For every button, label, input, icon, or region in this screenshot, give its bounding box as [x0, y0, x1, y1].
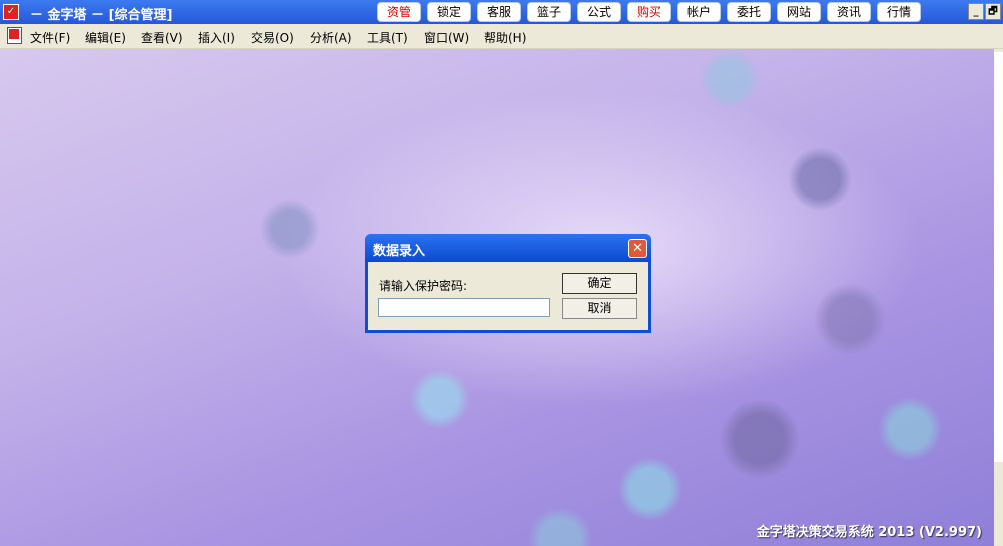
toolbar-button[interactable]: 锁定 [427, 2, 471, 22]
menu-item[interactable]: 交易(O) [251, 29, 294, 46]
password-label: 请输入保护密码: [379, 279, 468, 293]
title-bar: ✓ － 金字塔 － [综合管理] 资管 锁定 客服 篮子 公式 购买 帐户 委托 网站 资讯 行情 … [0, 0, 1003, 24]
toolbar-button[interactable]: 资管 [377, 2, 421, 22]
minimize-button[interactable]: _ [968, 3, 984, 20]
toolbar-button[interactable]: 网站 [777, 2, 821, 22]
menu-item[interactable]: 插入(I) [198, 29, 235, 46]
toolbar-button[interactable]: 客服 [477, 2, 521, 22]
menu-bar: 文件(F) 编辑(E) 查看(V) 插入(I) 交易(O) 分析(A) 工具(T) 窗口(W)… [0, 24, 1003, 67]
close-icon[interactable]: ✕ [628, 239, 647, 258]
data-entry-dialog: 数据录入 ✕ 请输入保护密码: 确定 取消 [365, 234, 651, 333]
menu-item[interactable]: 文件(F) [30, 29, 70, 46]
toolbar-button[interactable]: 行情 [877, 2, 921, 22]
cancel-button[interactable]: 取消 [562, 298, 637, 319]
side-panel-list[interactable] [994, 52, 1003, 462]
toolbar-button[interactable]: 篮子 [527, 2, 571, 22]
toolbar-button[interactable]: 购买 [627, 2, 671, 22]
window-title: － 金字塔 － [综合管理] [30, 8, 173, 23]
menu-item[interactable]: 帮助(H) [484, 29, 526, 46]
ok-button[interactable]: 确定 [562, 273, 637, 294]
menu-item[interactable]: 工具(T) [367, 29, 408, 46]
dialog-title-bar[interactable]: 数据录入 ✕ [365, 234, 651, 262]
toolbar-button[interactable]: 资讯 [827, 2, 871, 22]
toolbar-button[interactable]: 帐户 [677, 2, 721, 22]
version-label: 金字塔决策交易系统 2013 (V2.997) [756, 525, 982, 540]
menu-item[interactable]: 分析(A) [310, 29, 352, 46]
app-chart-icon[interactable]: ✓ [3, 4, 19, 20]
menu-item[interactable]: 编辑(E) [85, 29, 126, 46]
document-icon[interactable] [7, 27, 22, 44]
toolbar-button[interactable]: 委托 [727, 2, 771, 22]
menu-item[interactable]: 查看(V) [141, 29, 183, 46]
restore-button[interactable]: 🗗 [985, 3, 1001, 20]
dialog-title: 数据录入 [373, 244, 426, 259]
toolbar-button[interactable]: 公式 [577, 2, 621, 22]
menu-item[interactable]: 窗口(W) [424, 29, 469, 46]
password-input[interactable] [378, 298, 550, 317]
